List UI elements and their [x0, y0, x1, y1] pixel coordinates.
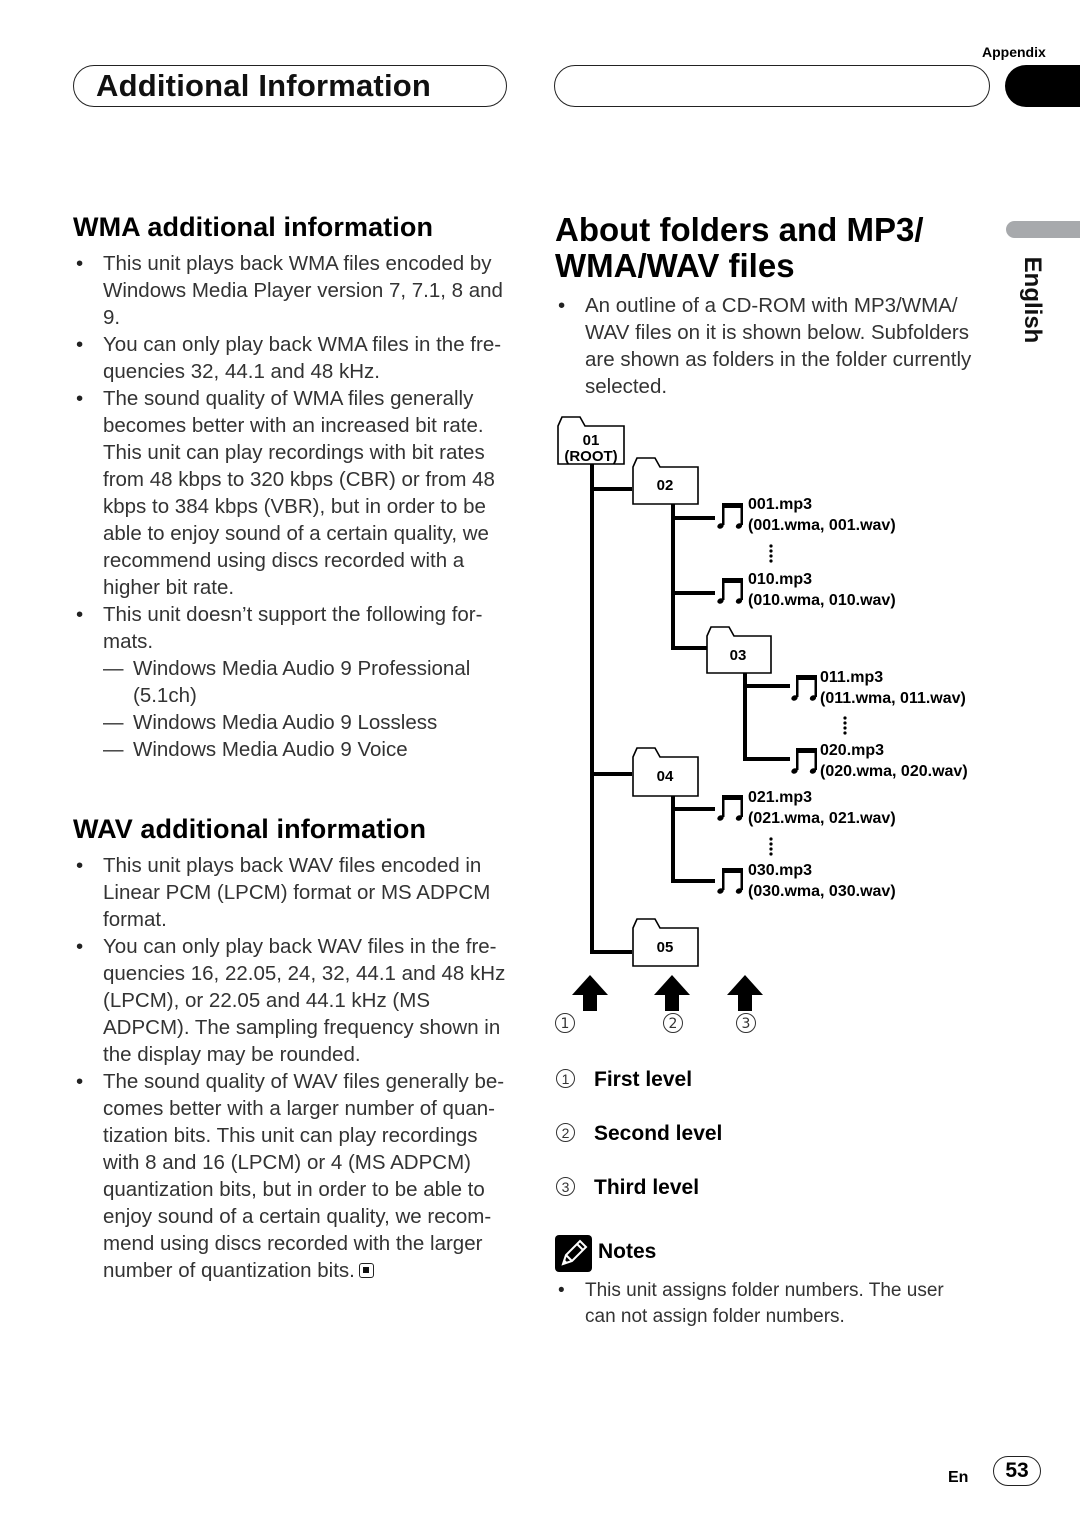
wav-bullet: You can only play back WAV files in the …: [73, 933, 518, 1068]
trunk-line-level1: [590, 464, 632, 954]
level-1-arrow-icon: [572, 975, 608, 1011]
notes-body: This unit assigns folder numbers. The us…: [555, 1278, 975, 1330]
end-of-section-icon: [358, 1263, 374, 1278]
page-number: 53: [993, 1456, 1041, 1486]
legend-label: Second level: [594, 1122, 723, 1145]
unsupported-format-list: Windows Media Audio 9 Professional (5.1c…: [103, 655, 518, 763]
file-name: 021.mp3: [748, 789, 812, 806]
language-code: En: [948, 1469, 969, 1486]
unsupported-format-item: Windows Media Audio 9 Professional (5.1c…: [103, 655, 518, 709]
legend-item-third-level: 3 Third level: [556, 1176, 856, 1204]
wma-body: This unit plays back WMA files encoded b…: [73, 250, 518, 763]
folders-heading-line1: About folders and MP3/: [555, 211, 924, 248]
file-name: 020.mp3: [820, 742, 884, 759]
file-name: 001.mp3: [748, 496, 812, 513]
chapter-title: Additional Information: [96, 68, 432, 103]
unsupported-format-item: Windows Media Audio 9 Lossless: [103, 709, 518, 736]
wav-heading: WAV additional information: [73, 814, 427, 844]
folder-03-label: 03: [730, 647, 747, 664]
folder-01-sublabel: (ROOT): [564, 448, 617, 465]
wav-bullet: The sound quality of WAV files generally…: [73, 1068, 518, 1284]
chapter-tab-marker: [1005, 65, 1080, 107]
wma-bullet: You can only play back WMA files in the …: [73, 331, 518, 385]
music-note-icon: [790, 748, 818, 775]
level-2-arrow-icon: [654, 975, 690, 1011]
file-alt-names: (001.wma, 001.wav): [748, 517, 896, 534]
file-alt-names: (020.wma, 020.wav): [820, 763, 968, 780]
file-alt-names: (011.wma, 011.wav): [820, 690, 966, 707]
legend-label: Third level: [594, 1176, 700, 1199]
header-empty-box: [554, 65, 990, 107]
legend-label: First level: [594, 1068, 693, 1091]
legend-number: 1: [556, 1069, 575, 1088]
file-name: 011.mp3: [820, 669, 883, 686]
level-3-arrow-icon: [727, 975, 763, 1011]
level-3-marker: 3: [742, 1016, 751, 1032]
file-alt-names: (030.wma, 030.wav): [748, 883, 896, 900]
notes-bullet: This unit assigns folder numbers. The us…: [555, 1278, 975, 1330]
language-tab-marker: [1006, 221, 1080, 238]
legend-item-first-level: 1 First level: [556, 1068, 856, 1096]
section-label: Appendix: [982, 44, 1046, 60]
legend-number: 2: [556, 1123, 575, 1142]
folders-body: An outline of a CD-ROM with MP3/WMA/ WAV…: [555, 292, 995, 400]
folder-05-label: 05: [657, 939, 674, 956]
folder-01-label: 01: [583, 432, 600, 449]
music-note-icon: [716, 503, 744, 530]
folders-bullet-list: An outline of a CD-ROM with MP3/WMA/ WAV…: [555, 292, 995, 400]
notes-title: Notes: [598, 1240, 657, 1263]
file-name: 030.mp3: [748, 862, 812, 879]
legend-item-second-level: 2 Second level: [556, 1122, 856, 1150]
wav-bullet: This unit plays back WAV files encoded i…: [73, 852, 518, 933]
folders-heading-line2: WMA/WAV files: [555, 247, 795, 284]
pencil-note-icon: [555, 1235, 592, 1272]
wma-bullet: This unit doesn’t support the following …: [73, 601, 518, 763]
wma-bullet-list: This unit plays back WMA files encoded b…: [73, 250, 518, 763]
music-note-icon: [716, 795, 744, 822]
trunk-line-02: [671, 504, 707, 650]
unsupported-format-item: Windows Media Audio 9 Voice: [103, 736, 518, 763]
chapter-title-box: Additional Information: [73, 65, 507, 107]
folders-heading: About folders and MP3/ WMA/WAV files: [555, 212, 924, 284]
music-note-icon: [716, 578, 744, 605]
wma-bullet: This unit plays back WMA files encoded b…: [73, 250, 518, 331]
file-alt-names: (021.wma, 021.wav): [748, 810, 896, 827]
wma-bullet: The sound quality of WMA files generally…: [73, 385, 518, 601]
wma-bullet-text: This unit doesn’t support the following …: [103, 603, 483, 653]
music-note-icon: [790, 675, 818, 702]
legend-number: 3: [556, 1177, 575, 1196]
wav-bullet-text: The sound quality of WAV files generally…: [103, 1070, 505, 1282]
level-1-marker: 1: [561, 1016, 570, 1032]
wma-heading: WMA additional information: [73, 212, 434, 242]
wav-bullet-list: This unit plays back WAV files encoded i…: [73, 852, 518, 1284]
file-alt-names: (010.wma, 010.wav): [748, 592, 896, 609]
language-text: English: [1019, 256, 1046, 344]
level-2-marker: 2: [669, 1016, 678, 1032]
language-side-label: English: [1006, 255, 1058, 345]
music-note-icon: [716, 868, 744, 895]
folder-tree-diagram: 01 (ROOT) 02 03 04 05 001.mp3 (001.wma, …: [555, 416, 968, 1033]
folder-02-label: 02: [657, 477, 674, 494]
folders-bullet: An outline of a CD-ROM with MP3/WMA/ WAV…: [555, 292, 995, 400]
wav-body: This unit plays back WAV files encoded i…: [73, 852, 518, 1284]
notes-bullet-list: This unit assigns folder numbers. The us…: [555, 1278, 975, 1330]
file-name: 010.mp3: [748, 571, 812, 588]
folder-04-label: 04: [657, 768, 674, 785]
